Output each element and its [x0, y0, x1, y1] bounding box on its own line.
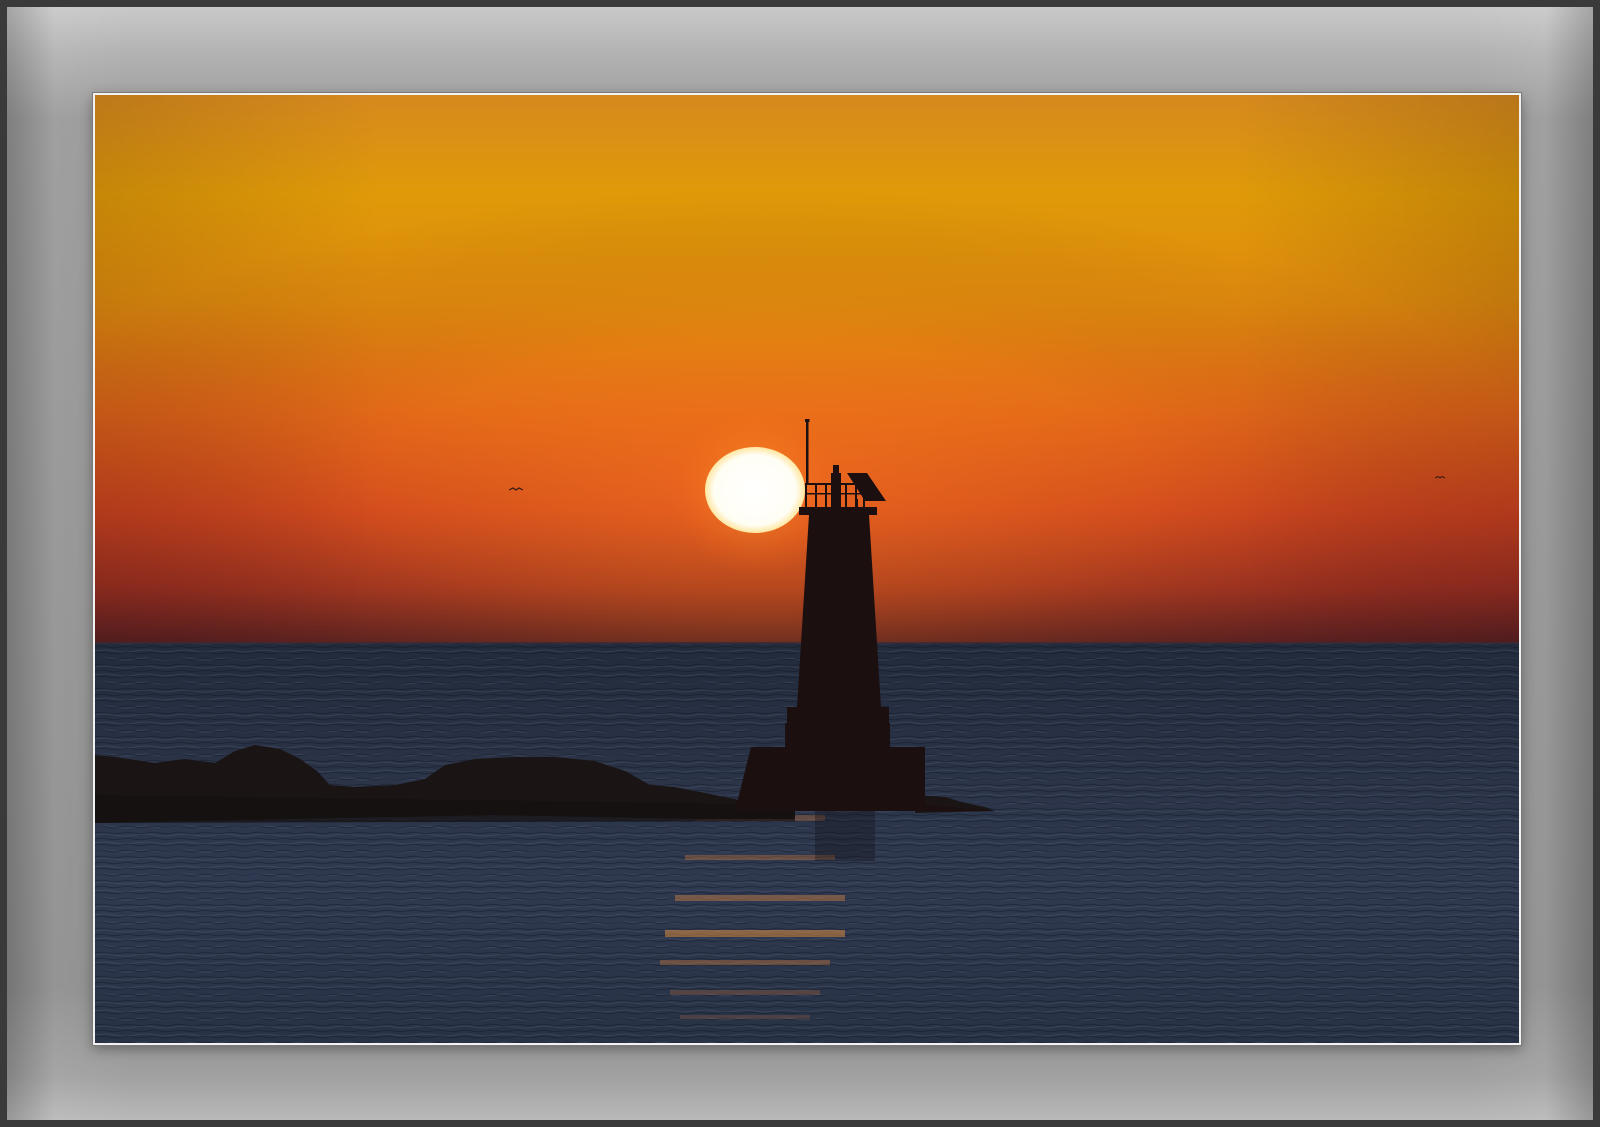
sun — [705, 447, 805, 533]
sunrise-photo — [95, 95, 1519, 1043]
photo-mat — [93, 93, 1521, 1045]
picture-frame — [0, 0, 1600, 1127]
